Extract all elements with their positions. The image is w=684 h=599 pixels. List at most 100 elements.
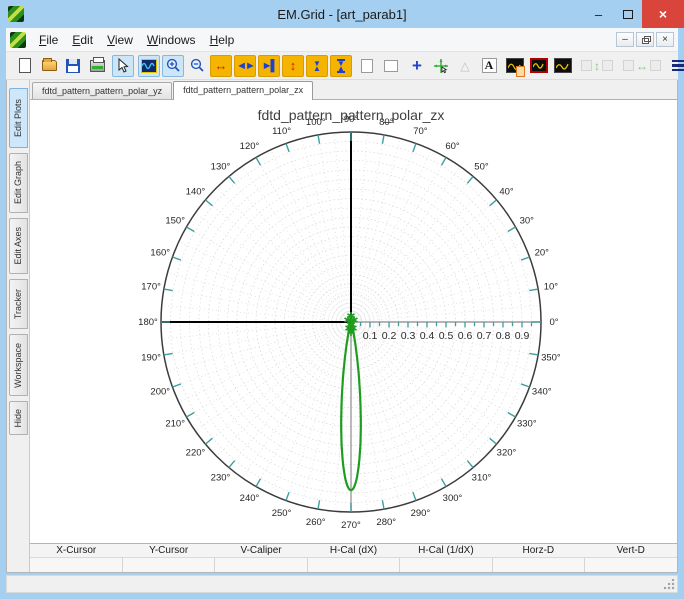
tracker-axes-icon	[434, 58, 448, 73]
sidebar-item-hide[interactable]: Hide	[8, 401, 28, 435]
restore-icon	[644, 36, 651, 42]
new-file-button[interactable]	[14, 55, 36, 77]
svg-text:70°: 70°	[413, 126, 428, 137]
open-folder-icon	[41, 58, 57, 71]
svg-text:10°: 10°	[544, 282, 559, 293]
vertical-zoom-full-button[interactable]: ↕	[282, 54, 304, 77]
zoom-out-button[interactable]	[186, 55, 208, 77]
svg-text:200°: 200°	[150, 386, 170, 397]
svg-text:0.8: 0.8	[496, 330, 511, 342]
svg-text:260°: 260°	[306, 517, 326, 528]
text-annotation-button[interactable]: A	[478, 55, 500, 77]
cursor-readout-table: X-Cursor Y-Cursor V-Caliper H-Cal (dX) H…	[30, 543, 677, 572]
svg-text:250°: 250°	[272, 508, 292, 519]
svg-text:fdtd_pattern_pattern_polar_zx: fdtd_pattern_pattern_polar_zx	[258, 107, 445, 123]
horizontal-zoom-in-button[interactable]: ◄►	[234, 54, 256, 77]
vertical-pan-bottom-button[interactable]: ▼ ▲	[330, 54, 352, 77]
mdi-close-button[interactable]: ×	[656, 32, 674, 47]
horizontal-inward-arrows-icon: ◄►	[236, 59, 256, 72]
minimize-button[interactable]: –	[584, 0, 613, 28]
vertical-inward-arrows-icon: ▼ ▲	[313, 58, 321, 73]
add-marker-button[interactable]: +	[406, 55, 428, 77]
select-tool-button[interactable]	[112, 54, 134, 77]
tracker-tool-button[interactable]	[430, 55, 452, 77]
menu-file[interactable]: File	[32, 30, 65, 50]
sidebar-label: Edit Graph	[13, 161, 23, 205]
svg-text:150°: 150°	[165, 216, 185, 227]
sidebar-item-edit-graph[interactable]: Edit Graph	[8, 153, 28, 213]
readout-header-y-cursor: Y-Cursor	[149, 545, 189, 556]
black-chart-icon	[554, 58, 572, 73]
mdi-minimize-button[interactable]: –	[616, 32, 634, 47]
cursor-arrow-icon	[118, 58, 129, 73]
sidebar-item-edit-plots[interactable]: Edit Plots	[8, 88, 28, 148]
mdi-client-area: Edit Plots Edit Graph Edit Axes Tracker …	[6, 80, 678, 573]
sidebar-label: Edit Axes	[13, 227, 23, 265]
print-button[interactable]	[86, 55, 108, 77]
sidebar-item-edit-axes[interactable]: Edit Axes	[8, 218, 28, 274]
menu-bar: File Edit View Windows Help – ×	[6, 28, 678, 52]
svg-text:220°: 220°	[186, 447, 206, 458]
svg-text:140°: 140°	[186, 187, 206, 198]
box-icon	[581, 60, 592, 71]
menu-view[interactable]: View	[100, 30, 140, 50]
svg-text:230°: 230°	[211, 473, 231, 484]
svg-text:310°: 310°	[472, 473, 492, 484]
new-document-icon	[19, 58, 31, 73]
layout-dropdown-button[interactable]: Layout ▼	[666, 57, 684, 75]
readout-header-vert-d: Vert-D	[616, 545, 645, 556]
portrait-rect-icon	[361, 58, 373, 73]
zoom-in-icon	[166, 58, 180, 72]
tab-polar-yz[interactable]: fdtd_pattern_pattern_polar_yz	[32, 82, 173, 99]
document-logo-icon	[10, 31, 26, 48]
svg-text:330°: 330°	[517, 419, 537, 430]
close-button[interactable]: ×	[642, 0, 684, 28]
app-window: EM.Grid - [art_parab1] – × File Edit Vie…	[0, 0, 684, 599]
svg-text:170°: 170°	[141, 282, 161, 293]
svg-text:0.6: 0.6	[458, 330, 473, 342]
sidebar-label: Workspace	[13, 342, 23, 388]
plot-style-red-button[interactable]	[528, 55, 550, 77]
readout-header-horz-d: Horz-D	[522, 545, 555, 556]
triangle-icon: △	[460, 58, 470, 73]
readout-header-x-cursor: X-Cursor	[56, 545, 97, 556]
vertical-zoom-in-button[interactable]: ▼ ▲	[306, 54, 328, 77]
svg-text:0.7: 0.7	[477, 330, 492, 342]
svg-text:270°: 270°	[341, 520, 361, 531]
landscape-page-button[interactable]	[380, 55, 402, 77]
zoom-in-button[interactable]	[162, 54, 184, 77]
svg-text:120°: 120°	[240, 141, 260, 152]
resize-grip[interactable]	[664, 579, 676, 591]
svg-text:130°: 130°	[211, 161, 231, 172]
menu-help[interactable]: Help	[203, 30, 242, 50]
sidebar-item-tracker[interactable]: Tracker	[8, 279, 28, 329]
print-icon	[89, 56, 105, 72]
maximize-button[interactable]	[613, 0, 642, 28]
save-button[interactable]	[62, 55, 84, 77]
horizontal-zoom-full-button[interactable]: ↔	[210, 54, 232, 77]
window-border	[0, 593, 684, 599]
svg-text:0.4: 0.4	[420, 330, 435, 342]
zoom-out-icon	[190, 58, 204, 72]
portrait-page-button[interactable]	[356, 55, 378, 77]
menu-windows[interactable]: Windows	[140, 30, 203, 50]
readout-header-h-cal-dx: H-Cal (dX)	[329, 545, 378, 556]
polar-plot-canvas[interactable]: 0.1 0.2 0.3 0.4 0.5 0.6 0.7 0.8 0.9 0° 10° 20° 30° 40…	[30, 100, 677, 543]
layout-icon	[672, 60, 684, 71]
mdi-restore-button[interactable]	[636, 32, 654, 47]
svg-text:110°: 110°	[272, 126, 291, 137]
copy-plot-button[interactable]	[504, 55, 526, 77]
svg-text:180°: 180°	[138, 317, 158, 328]
zoom-plot-tool-button[interactable]	[138, 54, 160, 77]
sidebar-item-workspace[interactable]: Workspace	[8, 334, 28, 396]
window-title: EM.Grid - [art_parab1]	[277, 6, 407, 22]
horizontal-pan-right-button[interactable]: ►▌	[258, 54, 280, 77]
open-file-button[interactable]	[38, 55, 60, 77]
svg-text:340°: 340°	[532, 386, 552, 397]
menu-edit[interactable]: Edit	[65, 30, 100, 50]
svg-text:20°: 20°	[535, 248, 550, 259]
plot-style-dark-button[interactable]	[552, 55, 574, 77]
tab-polar-zx[interactable]: fdtd_pattern_pattern_polar_zx	[173, 81, 314, 100]
readout-value	[493, 558, 586, 572]
status-bar	[6, 575, 678, 593]
